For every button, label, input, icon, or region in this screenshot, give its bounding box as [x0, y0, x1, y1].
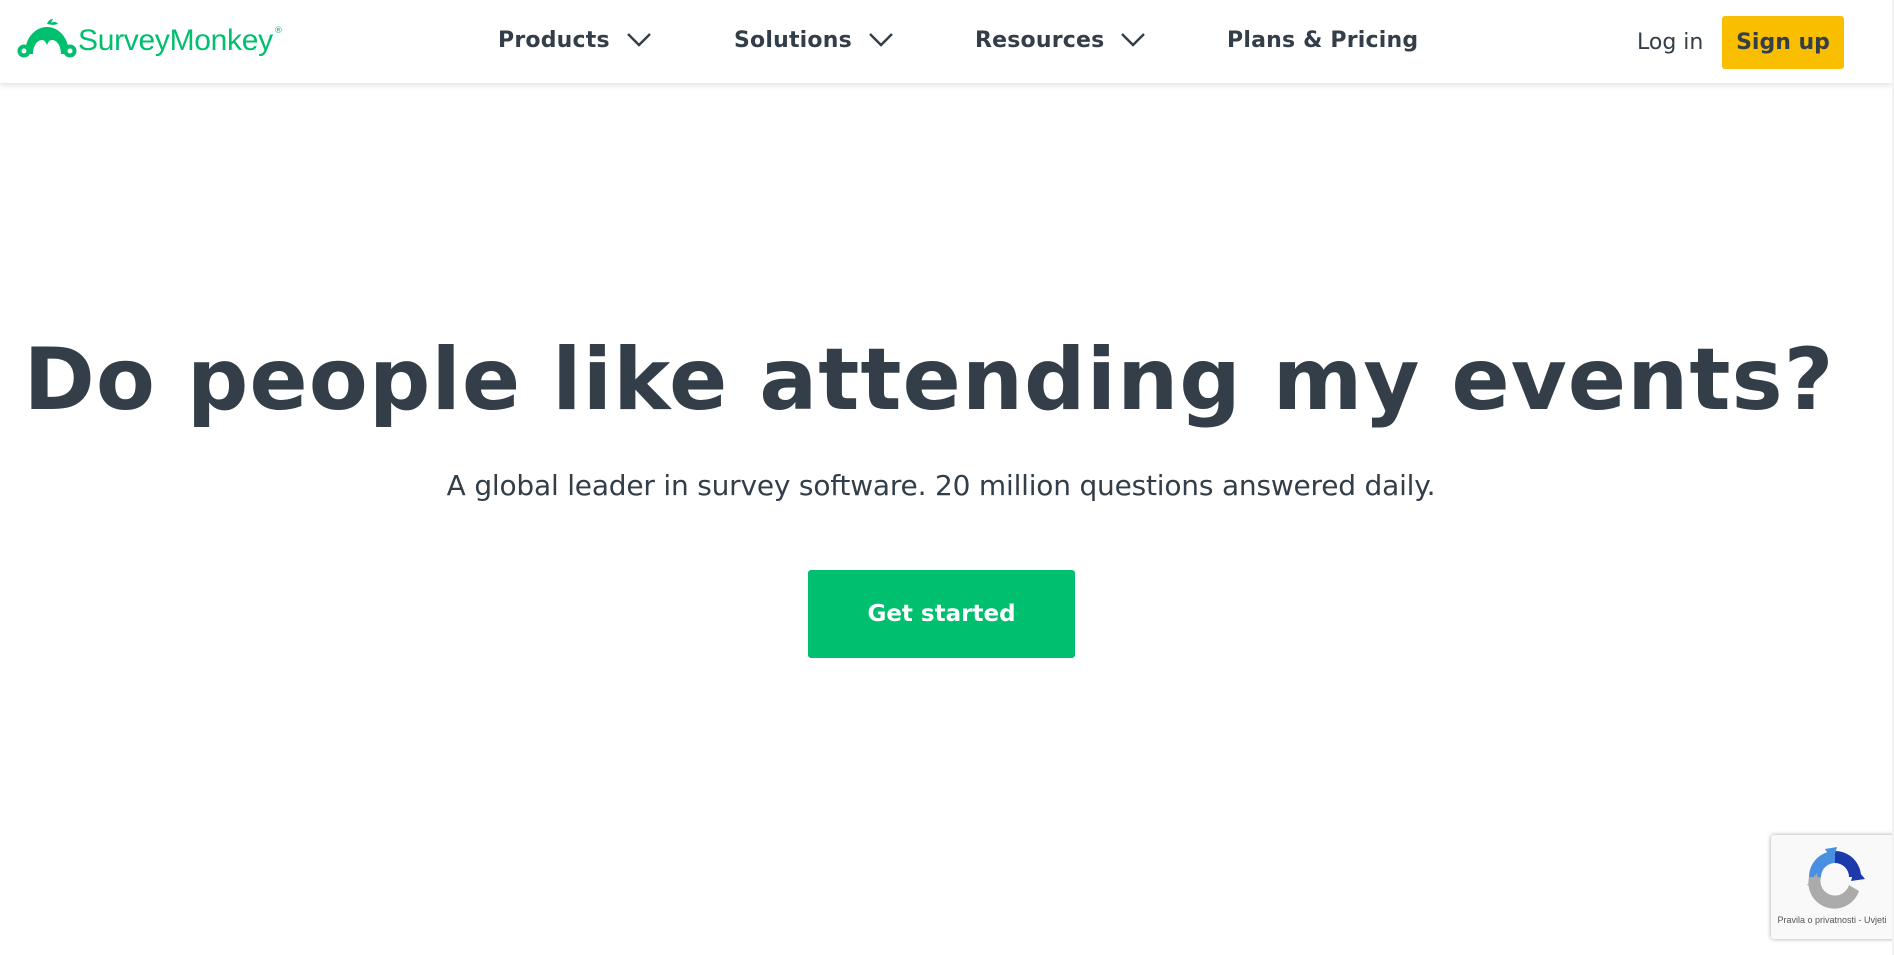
- nav-products[interactable]: Products: [498, 22, 652, 58]
- nav-products-label: Products: [498, 27, 610, 53]
- signup-button[interactable]: Sign up: [1722, 16, 1844, 69]
- login-link[interactable]: Log in: [1637, 24, 1703, 60]
- nav-plans-pricing[interactable]: Plans & Pricing: [1227, 22, 1418, 58]
- nav-solutions[interactable]: Solutions: [734, 22, 894, 58]
- recaptcha-separator: -: [1858, 915, 1862, 925]
- top-navigation-bar: SurveyMonkey ® Products Solutions Resour…: [0, 0, 1892, 83]
- registered-mark: ®: [273, 26, 283, 36]
- get-started-button[interactable]: Get started: [808, 570, 1075, 658]
- recaptcha-badge[interactable]: Pravila o privatnosti - Uvjeti: [1771, 835, 1894, 939]
- nav-resources[interactable]: Resources: [975, 22, 1146, 58]
- recaptcha-links: Pravila o privatnosti - Uvjeti: [1777, 915, 1886, 925]
- monkey-logo-icon: [17, 19, 77, 58]
- hero-title: Do people like attending my events?: [23, 330, 1835, 430]
- surveymonkey-logo[interactable]: SurveyMonkey ®: [17, 18, 283, 60]
- nav-plans-pricing-label: Plans & Pricing: [1227, 27, 1419, 53]
- recaptcha-icon: [1807, 847, 1865, 909]
- recaptcha-terms-link[interactable]: Uvjeti: [1864, 915, 1887, 925]
- chevron-down-icon: [626, 33, 651, 47]
- recaptcha-privacy-link[interactable]: Pravila o privatnosti: [1777, 915, 1856, 925]
- logo-wordmark: SurveyMonkey: [78, 24, 273, 57]
- hero-subtitle: A global leader in survey software. 20 m…: [446, 469, 1436, 502]
- nav-resources-label: Resources: [975, 27, 1105, 53]
- chevron-down-icon: [1121, 33, 1146, 47]
- nav-solutions-label: Solutions: [734, 27, 852, 53]
- chevron-down-icon: [869, 33, 893, 47]
